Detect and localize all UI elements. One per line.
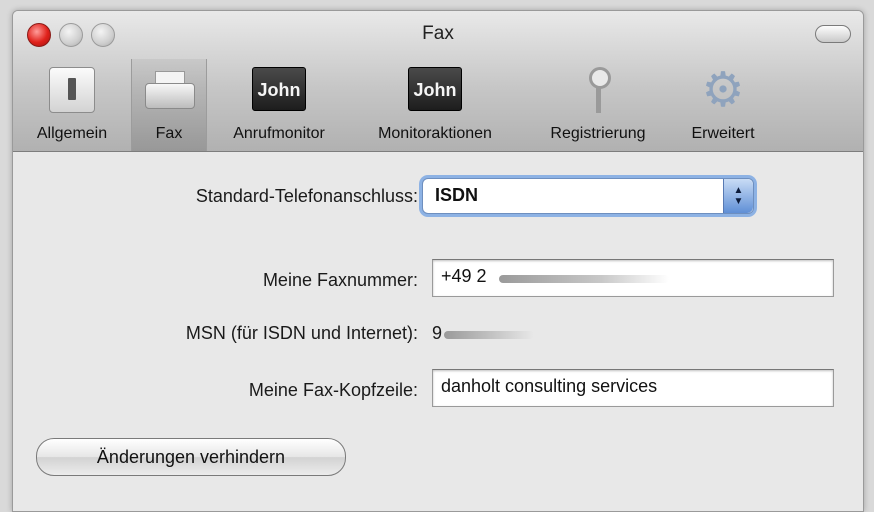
fax-header-label: Meine Fax-Kopfzeile: (248, 380, 418, 400)
tab-registrierung-label: Registrierung (550, 125, 646, 142)
tab-monitoraktionen[interactable]: John Monitoraktionen (351, 59, 519, 151)
tab-monitoraktionen-label: Monitoraktionen (378, 125, 492, 142)
fax-number-value: +49 2 (441, 266, 487, 286)
msn-label: MSN (für ISDN und Internet): (185, 323, 418, 343)
monitor-actions-icon: John (408, 67, 462, 111)
title-bar: Fax Allgemein Fax John Anrufmonitor John… (13, 11, 863, 152)
tab-registrierung[interactable]: Registrierung (525, 59, 671, 151)
tab-allgemein-label: Allgemein (36, 125, 108, 142)
line-select-value: ISDN (435, 185, 479, 205)
call-monitor-icon: John (252, 67, 306, 111)
tab-fax-label: Fax (155, 125, 183, 142)
tab-anrufmonitor-label: Anrufmonitor (233, 125, 325, 142)
key-icon (587, 67, 611, 115)
redacted-blur (444, 331, 534, 339)
general-switch-icon (49, 67, 95, 113)
line-label: Standard-Telefonanschluss: (195, 186, 418, 206)
tab-erweitert[interactable]: ⚙ Erweitert (673, 59, 773, 151)
line-select[interactable]: ISDN ▲ ▼ (422, 178, 754, 214)
chevron-updown-icon: ▲ ▼ (723, 179, 753, 213)
fax-header-field[interactable]: danholt consulting services (432, 369, 834, 407)
tab-erweitert-label: Erweitert (691, 125, 755, 142)
redacted-blur (499, 275, 669, 283)
gear-icon: ⚙ (701, 64, 745, 117)
prevent-changes-button[interactable]: Änderungen verhindern (36, 438, 346, 476)
fax-number-label: Meine Faxnummer: (262, 270, 418, 290)
tab-anrufmonitor[interactable]: John Anrufmonitor (213, 59, 345, 151)
toolbar-toggle-button[interactable] (815, 25, 851, 43)
window-title: Fax (422, 23, 454, 44)
msn-value: 9 (432, 323, 443, 343)
fax-machine-icon (143, 67, 195, 109)
fax-header-value: danholt consulting services (441, 376, 658, 396)
tab-fax[interactable]: Fax (131, 59, 207, 151)
tab-allgemein[interactable]: Allgemein (17, 59, 127, 151)
fax-number-field[interactable]: +49 2 (432, 259, 834, 297)
preferences-toolbar: Allgemein Fax John Anrufmonitor John Mon… (13, 59, 863, 151)
